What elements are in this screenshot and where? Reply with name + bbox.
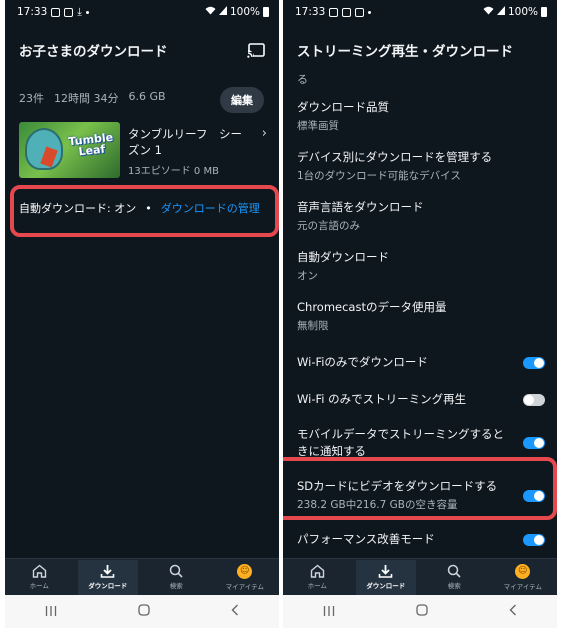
notification-icon xyxy=(64,7,74,17)
download-count: 23件 xyxy=(19,92,44,105)
nav-search[interactable]: 検索 xyxy=(424,560,484,595)
setting-fragment: る xyxy=(297,73,308,86)
nav-downloads[interactable]: ダウンロード xyxy=(355,559,416,595)
edit-button[interactable]: 編集 xyxy=(220,87,264,113)
home-system-icon[interactable] xyxy=(416,603,428,620)
download-summary: 23件 12時間 34分 6.6 GB xyxy=(19,90,166,106)
notification-icon xyxy=(329,7,339,17)
performance-mode-toggle[interactable] xyxy=(523,533,545,546)
status-bar: 17:33 100% xyxy=(283,0,557,24)
home-system-icon[interactable] xyxy=(138,603,150,620)
system-nav-bar xyxy=(5,595,279,628)
wifi-only-streaming-toggle[interactable] xyxy=(523,393,545,406)
notification-icon xyxy=(342,7,352,17)
nav-home[interactable]: ホーム xyxy=(287,560,347,595)
setting-wifi-only-streaming[interactable]: Wi-Fi のみでストリーミング再生 xyxy=(297,377,545,414)
recent-apps-icon[interactable] xyxy=(323,604,335,620)
item-title: タンブルリーフ シーズン 1 xyxy=(128,127,242,157)
status-time: 17:33 xyxy=(295,6,326,18)
download-icon xyxy=(100,565,115,578)
app-bar: お子さまのダウンロード xyxy=(19,36,265,64)
item-meta: 13エピソード 0 MB xyxy=(128,166,219,177)
notification-icon xyxy=(51,7,61,17)
download-status-icon: ⤓ xyxy=(77,5,82,18)
right-screen: 17:33 100% ストリーミング再生・ダウンロード る ダウンロード品質 標… xyxy=(283,0,557,595)
setting-audio-language[interactable]: 音声言語をダウンロード 元の言語のみ xyxy=(297,190,545,240)
more-notifications-icon xyxy=(368,10,372,14)
wifi-only-download-toggle[interactable] xyxy=(523,356,545,369)
page-title: お子さまのダウンロード xyxy=(19,44,168,60)
signal-icon xyxy=(496,6,505,18)
system-nav-bar xyxy=(283,595,557,628)
setting-manage-devices[interactable]: デバイス別にダウンロードを管理する 1台のダウンロード可能なデバイス xyxy=(297,140,545,190)
search-icon xyxy=(170,564,183,578)
setting-performance-mode[interactable]: パフォーマンス改善モード xyxy=(297,519,545,554)
battery-percent: 100% xyxy=(229,6,260,18)
nav-my-items[interactable]: ☺ マイアイテム xyxy=(215,560,275,595)
chevron-right-icon: › xyxy=(261,126,267,141)
page-title: ストリーミング再生・ダウンロード xyxy=(297,44,513,60)
left-screen: 17:33 ⤓ 100% お子さまのダウンロード 23件 12時間 34分 6.… xyxy=(5,0,279,595)
highlight-box xyxy=(10,185,279,237)
nav-search[interactable]: 検索 xyxy=(146,560,206,595)
recent-apps-icon[interactable] xyxy=(45,604,57,620)
notification-icon xyxy=(355,7,365,17)
app-bar: ストリーミング再生・ダウンロード xyxy=(297,36,543,64)
bottom-nav: ホーム ダウンロード 検索 ☺ マイアイテム xyxy=(283,558,557,595)
home-icon xyxy=(32,564,46,578)
home-icon xyxy=(310,564,324,578)
wifi-icon xyxy=(483,6,494,18)
avatar: ☺ xyxy=(237,563,253,579)
show-logo: Tumble Leaf xyxy=(68,130,114,159)
nav-home[interactable]: ホーム xyxy=(9,560,69,595)
highlight-box xyxy=(283,457,557,520)
setting-download-quality[interactable]: ダウンロード品質 標準画質 xyxy=(297,90,545,140)
setting-chromecast-data[interactable]: Chromecastのデータ使用量 無制限 xyxy=(297,290,545,340)
bottom-nav: ホーム ダウンロード 検索 ☺ マイアイテム xyxy=(5,558,279,595)
back-icon[interactable] xyxy=(509,604,517,620)
status-bar: 17:33 ⤓ 100% xyxy=(5,0,279,24)
setting-auto-download[interactable]: 自動ダウンロード オン xyxy=(297,240,545,290)
cast-icon[interactable] xyxy=(247,42,265,58)
setting-wifi-only-download[interactable]: Wi-Fiのみでダウンロード xyxy=(297,340,545,377)
item-info: タンブルリーフ シーズン 1 13エピソード 0 MB › xyxy=(128,122,269,182)
signal-icon xyxy=(218,6,227,18)
battery-percent: 100% xyxy=(507,6,538,18)
search-icon xyxy=(448,564,461,578)
show-thumbnail: Tumble Leaf xyxy=(19,122,120,178)
nav-downloads[interactable]: ダウンロード xyxy=(77,559,138,595)
nav-my-items[interactable]: ☺ マイアイテム xyxy=(493,560,553,595)
back-icon[interactable] xyxy=(231,604,239,620)
download-item[interactable]: Tumble Leaf タンブルリーフ シーズン 1 13エピソード 0 MB › xyxy=(19,122,269,182)
avatar: ☺ xyxy=(515,563,531,579)
download-size: 6.6 GB xyxy=(128,90,166,103)
status-time: 17:33 xyxy=(17,6,48,18)
mobile-data-notify-toggle[interactable] xyxy=(523,437,545,449)
download-duration: 12時間 34分 xyxy=(54,92,119,105)
more-notifications-icon xyxy=(85,10,89,14)
wifi-icon xyxy=(205,6,216,18)
battery-icon xyxy=(263,7,269,17)
battery-icon xyxy=(541,7,547,17)
download-icon xyxy=(378,565,393,578)
